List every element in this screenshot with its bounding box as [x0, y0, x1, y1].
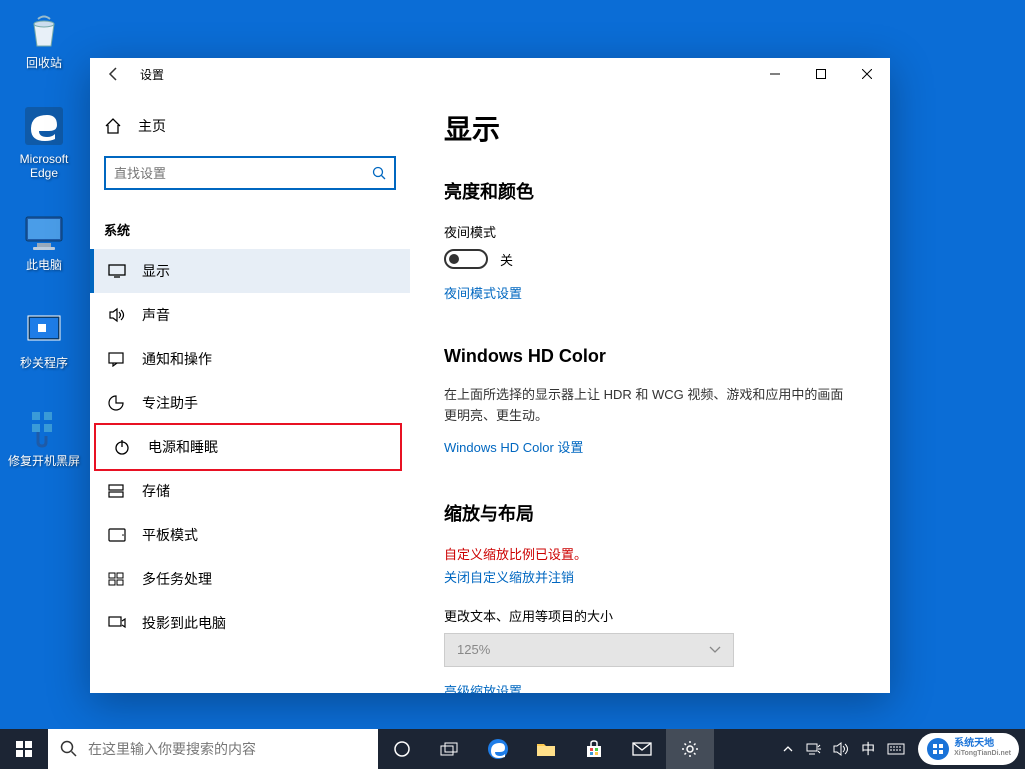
nav-power-sleep[interactable]: 电源和睡眠 — [96, 425, 400, 469]
nav-label: 通知和操作 — [142, 349, 212, 369]
close-programs-icon — [22, 308, 66, 352]
desktop-icon-recycle-bin[interactable]: 回收站 — [6, 8, 82, 70]
nav-multitasking[interactable]: 多任务处理 — [90, 557, 410, 601]
task-view-button[interactable] — [426, 729, 474, 769]
taskbar-settings[interactable] — [666, 729, 714, 769]
group-label: 系统 — [90, 206, 410, 249]
hdcolor-settings-link[interactable]: Windows HD Color 设置 — [444, 437, 583, 456]
sidebar: 主页 系统 显示 声音 通知和操作 专注 — [90, 90, 410, 693]
nav-tablet-mode[interactable]: 平板模式 — [90, 513, 410, 557]
display-icon — [108, 264, 126, 278]
tray-network-icon[interactable] — [800, 729, 826, 769]
window-title: 设置 — [140, 66, 164, 83]
multitask-icon — [108, 572, 126, 586]
maximize-button[interactable] — [798, 58, 844, 90]
sound-icon — [108, 307, 126, 323]
tray-chevron-up-icon[interactable] — [778, 729, 798, 769]
tray-keyboard-icon[interactable] — [882, 729, 910, 769]
desktop-icon-edge[interactable]: Microsoft Edge — [6, 104, 82, 180]
scale-value: 125% — [457, 642, 490, 657]
desktop-icon-label: Microsoft Edge — [6, 152, 82, 180]
close-button[interactable] — [844, 58, 890, 90]
nav-label: 投影到此电脑 — [142, 613, 226, 633]
scale-combo[interactable]: 125% — [444, 633, 734, 667]
taskbar-explorer[interactable] — [522, 729, 570, 769]
fix-blackscreen-icon — [22, 406, 66, 450]
hdcolor-description: 在上面所选择的显示器上让 HDR 和 WCG 视频、游戏和应用中的画面更明亮、更… — [444, 385, 856, 427]
desktop-icon-close-programs[interactable]: 秒关程序 — [6, 308, 82, 370]
nav-display[interactable]: 显示 — [90, 249, 410, 293]
nav-label: 平板模式 — [142, 525, 198, 545]
night-mode-toggle[interactable] — [444, 249, 488, 269]
nav-sound[interactable]: 声音 — [90, 293, 410, 337]
focus-icon — [108, 395, 126, 411]
highlight-annotation: 电源和睡眠 — [94, 423, 402, 471]
home-icon — [104, 117, 122, 135]
tray-ime[interactable]: 中 — [856, 729, 880, 769]
taskbar-store[interactable] — [570, 729, 618, 769]
nav-storage[interactable]: 存储 — [90, 469, 410, 513]
storage-icon — [108, 484, 126, 498]
taskbar-edge[interactable] — [474, 729, 522, 769]
taskbar-search[interactable]: 在这里输入你要搜索的内容 — [48, 729, 378, 769]
nav-notifications[interactable]: 通知和操作 — [90, 337, 410, 381]
tray-volume-icon[interactable] — [828, 729, 854, 769]
nav-label: 电源和睡眠 — [148, 437, 218, 457]
scale-warning: 自定义缩放比例已设置。 — [444, 544, 856, 563]
search-input[interactable] — [114, 166, 372, 181]
titlebar: 设置 — [90, 58, 890, 90]
content-pane: 显示 亮度和颜色 夜间模式 关 夜间模式设置 Windows HD Color … — [410, 90, 890, 693]
home-link[interactable]: 主页 — [104, 108, 396, 156]
desktop-icon-label: 此电脑 — [6, 258, 82, 272]
night-mode-state: 关 — [500, 250, 513, 269]
taskbar-mail[interactable] — [618, 729, 666, 769]
start-button[interactable] — [0, 729, 48, 769]
cortana-button[interactable] — [378, 729, 426, 769]
minimize-button[interactable] — [752, 58, 798, 90]
back-button[interactable] — [100, 60, 128, 88]
edge-icon — [22, 104, 66, 148]
night-mode-settings-link[interactable]: 夜间模式设置 — [444, 283, 522, 302]
night-mode-label: 夜间模式 — [444, 222, 856, 241]
home-label: 主页 — [138, 116, 166, 136]
recycle-bin-icon — [22, 8, 66, 52]
search-box[interactable] — [104, 156, 396, 190]
tablet-icon — [108, 528, 126, 542]
scale-close-link[interactable]: 关闭自定义缩放并注销 — [444, 567, 574, 586]
nav-focus-assist[interactable]: 专注助手 — [90, 381, 410, 425]
system-tray: 中 系统天地XiTongTianDi.net — [778, 729, 1025, 769]
chevron-down-icon — [709, 646, 721, 654]
scale-heading: 缩放与布局 — [444, 500, 856, 526]
nav-label: 专注助手 — [142, 393, 198, 413]
hdcolor-heading: Windows HD Color — [444, 346, 856, 367]
nav-projecting[interactable]: 投影到此电脑 — [90, 601, 410, 645]
desktop-icon-label: 修复开机黑屏 — [6, 454, 82, 468]
nav-label: 多任务处理 — [142, 569, 212, 589]
nav-label: 显示 — [142, 261, 170, 281]
desktop-icon-fix-blackscreen[interactable]: 修复开机黑屏 — [6, 406, 82, 468]
pc-icon — [22, 210, 66, 254]
power-icon — [114, 439, 132, 455]
settings-window: 设置 主页 系统 显示 — [90, 58, 890, 693]
search-icon — [372, 166, 386, 180]
search-icon — [60, 740, 78, 758]
nav-label: 存储 — [142, 481, 170, 501]
page-title: 显示 — [444, 108, 856, 148]
desktop-icon-this-pc[interactable]: 此电脑 — [6, 210, 82, 272]
project-icon — [108, 616, 126, 630]
brightness-heading: 亮度和颜色 — [444, 178, 856, 204]
notification-icon — [108, 351, 126, 367]
desktop-icon-label: 回收站 — [6, 56, 82, 70]
scale-advanced-link[interactable]: 高级缩放设置 — [444, 681, 522, 693]
scale-size-label: 更改文本、应用等项目的大小 — [444, 606, 856, 625]
watermark-logo: 系统天地XiTongTianDi.net — [918, 733, 1019, 765]
nav-label: 声音 — [142, 305, 170, 325]
taskbar-search-placeholder: 在这里输入你要搜索的内容 — [88, 739, 256, 759]
taskbar: 在这里输入你要搜索的内容 中 系统天地XiTongTianDi.net — [0, 729, 1025, 769]
desktop-icon-label: 秒关程序 — [6, 356, 82, 370]
